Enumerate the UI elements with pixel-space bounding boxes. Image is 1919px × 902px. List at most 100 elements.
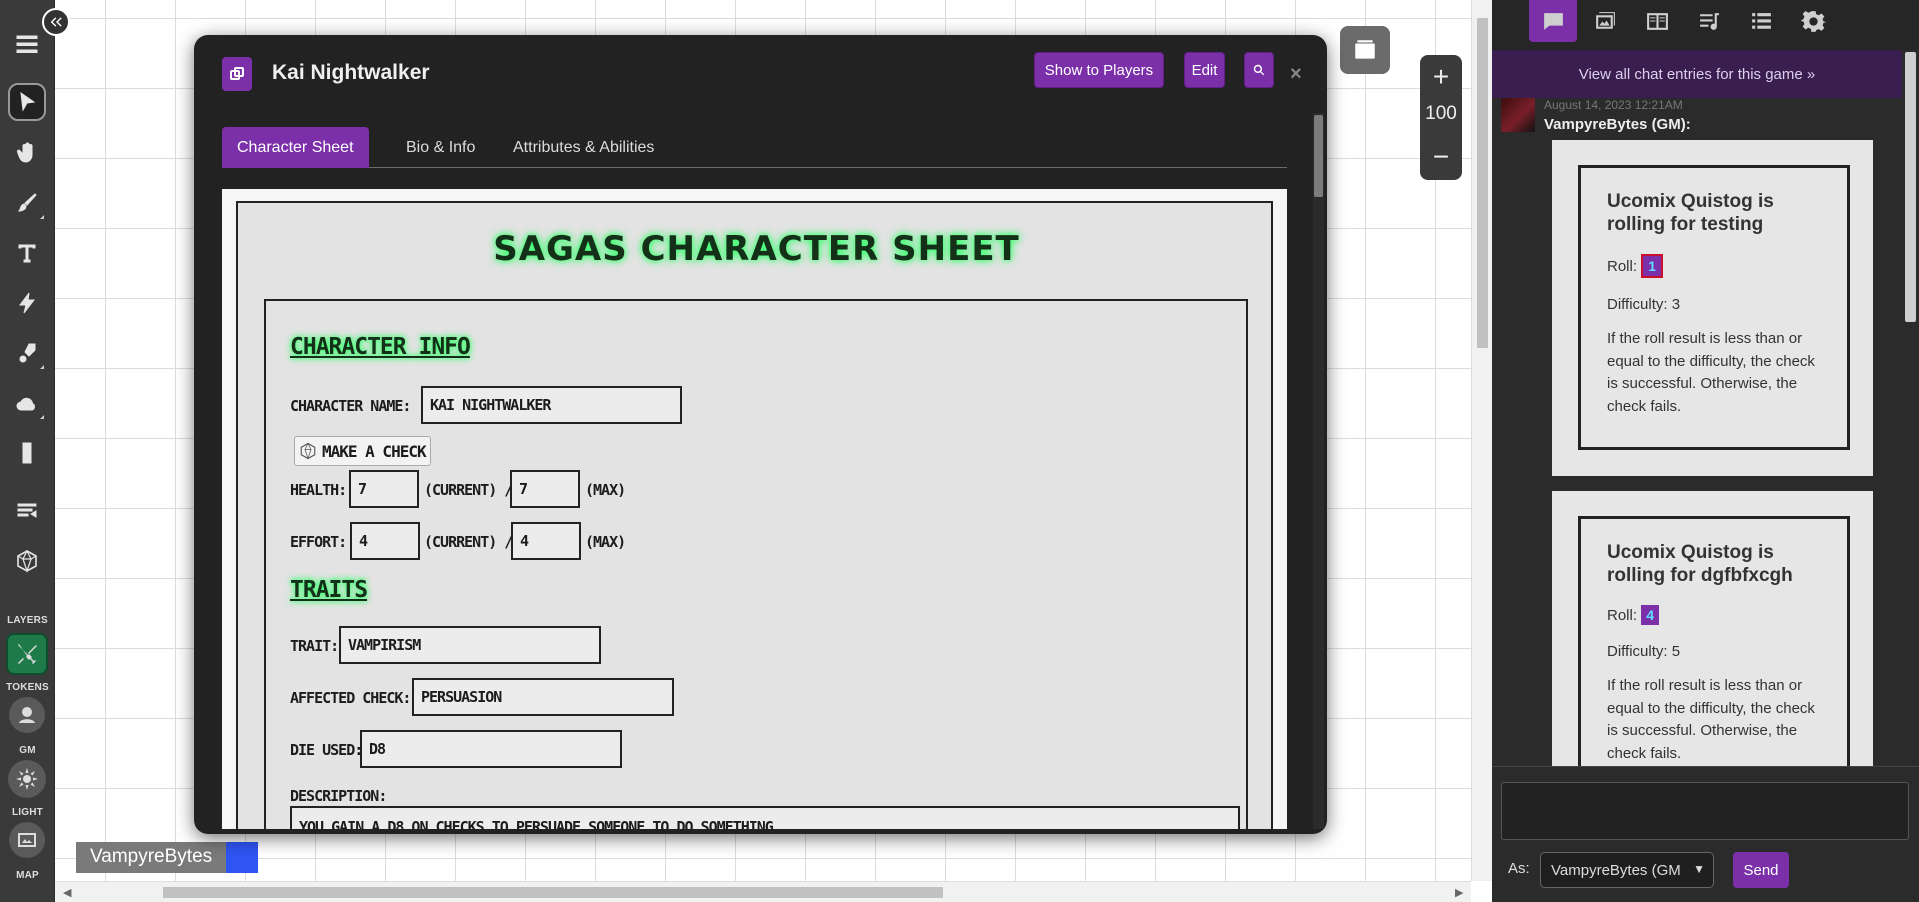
turn-order-icon[interactable] [8,492,46,530]
roll-label: Roll: [1607,607,1638,624]
zoom-out-button[interactable]: − [1420,139,1462,175]
close-icon[interactable]: × [1290,63,1302,86]
speak-as-label: As: [1508,860,1530,877]
ruler-icon[interactable] [8,434,46,472]
trait-field[interactable]: Vampirism [339,626,601,664]
view-all-chat-link[interactable]: View all chat entries for this game » [1492,50,1902,98]
health-max-field[interactable]: 7 [510,470,580,508]
sheet-body: Character Info Character Name: Kai Night… [264,299,1248,829]
roll-card: Ucomix Quistog is rolling for testing Ro… [1552,140,1873,476]
roll-value[interactable]: 4 [1641,605,1659,625]
roll-description: If the roll result is less than or equal… [1607,677,1815,762]
weather-icon[interactable] [8,384,46,422]
make-a-check-label: Make a Check [322,441,427,461]
hide-toolbar-button[interactable] [1340,26,1390,74]
zoom-level: 100 [1425,103,1457,124]
sidebar-tabs [1492,0,1919,50]
tab-jukebox[interactable] [1685,0,1733,42]
paint-icon[interactable] [8,334,46,372]
scroll-left-icon[interactable]: ◀ [63,886,71,899]
dice-icon[interactable] [8,542,46,580]
traits-heading: Traits [290,577,368,603]
horizontal-scroll-thumb[interactable] [163,887,943,898]
character-name-field[interactable]: Kai Nightwalker [421,386,682,424]
roll-value[interactable]: 1 [1641,254,1663,278]
roll-description: If the roll result is less than or equal… [1607,330,1815,415]
player-tag[interactable]: VampyreBytes [76,842,259,873]
chat-scrollbar[interactable] [1902,50,1919,766]
chat-icon [1543,12,1563,30]
horizontal-scrollbar[interactable]: ◀ ▶ [55,881,1471,902]
sheet-title: Sagas Character Sheet [493,229,1020,269]
die-used-label: Die Used: [290,741,363,759]
tab-collections[interactable] [1737,0,1785,42]
zoom-in-button[interactable]: + [1420,59,1462,95]
tab-settings[interactable] [1789,0,1837,42]
chat-scroll-thumb[interactable] [1905,52,1916,322]
vertical-scroll-thumb[interactable] [1477,18,1488,348]
character-sheet-frame: Sagas Character Sheet Character Info Cha… [222,189,1287,829]
lighting-layer-button[interactable] [8,760,46,798]
speak-as-select[interactable]: VampyreBytes (GM ▼ [1540,852,1714,888]
settings-icon [1800,10,1826,32]
make-a-check-button[interactable]: Make a Check [294,436,431,466]
popout-button[interactable] [222,57,252,91]
zoom-control: + 100 − [1420,55,1462,180]
dialog-scrollbar[interactable] [1313,113,1324,829]
swords-icon [18,644,37,664]
text-icon[interactable] [8,234,46,272]
character-sheet-dialog: Kai Nightwalker Show to Players Edit × C… [194,35,1327,834]
roll-label: Roll: [1607,258,1638,275]
scroll-right-icon[interactable]: ▶ [1455,886,1463,899]
affected-check-field[interactable]: Persuasion [412,678,674,716]
message-timestamp: August 14, 2023 12:21AM [1544,98,1683,112]
roll-box: Ucomix Quistog is rolling for dgfbfxcgh … [1578,516,1850,806]
tab-chat[interactable] [1529,0,1577,42]
description-field[interactable]: You gain a D8 on checks to persuade some… [290,806,1240,829]
character-sheet: Sagas Character Sheet Character Info Cha… [236,201,1273,829]
menu-icon[interactable] [8,25,46,63]
dice-icon [300,442,316,460]
effort-max-field[interactable]: 4 [511,522,581,560]
tab-bio-info[interactable]: Bio & Info [391,127,490,168]
search-button[interactable] [1244,52,1274,88]
vertical-scrollbar[interactable] [1471,0,1492,881]
speak-as-value: VampyreBytes (GM [1551,861,1681,879]
roll-result-line: Roll: 1 [1607,254,1823,278]
message-speaker: VampyreBytes (GM): [1544,116,1691,133]
gm-label: GM [19,745,36,756]
edit-button[interactable]: Edit [1184,52,1225,88]
effort-current-field[interactable]: 4 [350,522,420,560]
tab-art[interactable] [1581,0,1629,42]
gm-layer-button[interactable] [9,697,45,733]
chat-input[interactable] [1501,782,1909,840]
map-icon [18,833,36,847]
effort-label: Effort: [290,533,347,551]
health-current-field[interactable]: 7 [349,470,419,508]
tab-character-sheet[interactable]: Character Sheet [222,127,369,168]
trait-label: Trait: [290,637,339,655]
chat-panel: View all chat entries for this game » Au… [1492,0,1919,902]
dialog-scroll-thumb[interactable] [1314,115,1323,197]
journal-icon [1646,12,1668,30]
send-button[interactable]: Send [1733,852,1789,888]
tokens-layer-button[interactable] [6,633,48,675]
health-label: Health: [290,481,347,499]
dialog-title: Kai Nightwalker [272,61,430,84]
tab-journal[interactable] [1633,0,1681,42]
pan-icon[interactable] [8,134,46,172]
character-name-label: Character Name: [290,397,411,415]
show-to-players-button[interactable]: Show to Players [1034,52,1164,88]
fx-icon[interactable] [8,284,46,322]
die-used-field[interactable]: D8 [360,730,622,768]
effort-max-label: (Max) [585,533,626,551]
search-icon [1253,64,1265,76]
effort-current-label: (Current) / [424,533,513,551]
tab-attributes-abilities[interactable]: Attributes & Abilities [498,127,669,168]
select-icon[interactable] [8,83,46,121]
collapse-toolbar-button[interactable] [42,8,70,36]
map-layer-button[interactable] [9,822,45,858]
draw-icon[interactable] [8,184,46,222]
left-toolbar: LAYERS TOKENS GM LIGHT MAP [0,0,55,902]
roll-title: Ucomix Quistog is rolling for testing [1607,191,1774,235]
